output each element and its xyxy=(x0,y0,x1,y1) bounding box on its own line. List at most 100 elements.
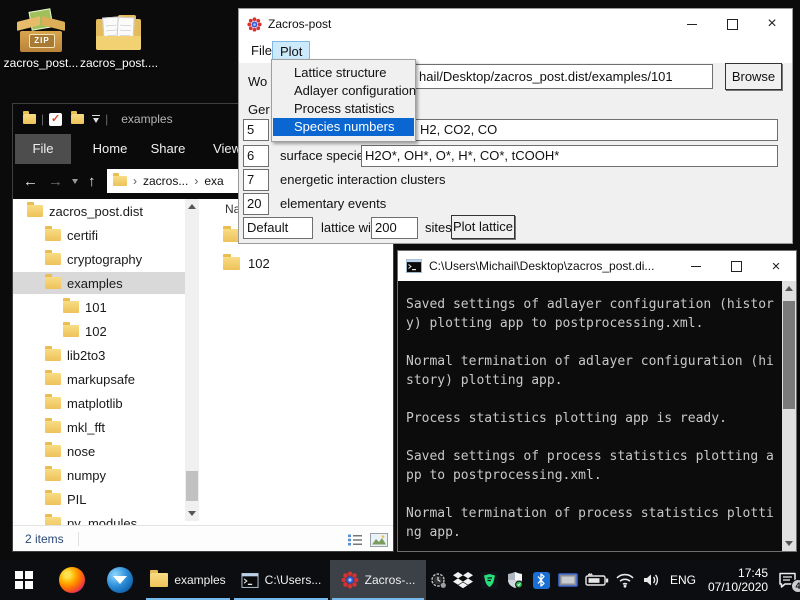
tree-item[interactable]: certifi xyxy=(13,224,185,246)
scroll-up-icon[interactable] xyxy=(785,286,793,291)
maximize-button[interactable] xyxy=(712,9,752,39)
zacros-app-icon xyxy=(341,571,359,589)
tree-item[interactable]: numpy xyxy=(13,464,185,486)
menu-item-species-numbers[interactable]: Species numbers xyxy=(273,118,414,136)
display-icon[interactable] xyxy=(554,572,582,588)
minimize-button[interactable] xyxy=(676,251,716,281)
folder-icon xyxy=(45,394,61,409)
clock[interactable]: 17:45 07/10/2020 xyxy=(708,566,768,594)
close-button[interactable]: × xyxy=(756,251,796,281)
forward-icon[interactable]: → xyxy=(48,173,63,190)
folder-icon xyxy=(45,346,61,361)
menu-item-lattice-structure[interactable]: Lattice structure xyxy=(273,64,414,82)
tree-item[interactable]: PIL xyxy=(13,488,185,510)
surface-species-count-input[interactable]: 6 xyxy=(243,145,269,167)
console-line: Normal termination of process statistics… xyxy=(406,506,774,521)
file-item[interactable]: 102 xyxy=(201,252,270,274)
battery-charging-icon[interactable] xyxy=(582,573,612,587)
zacros-window-title: Zacros-post xyxy=(268,17,332,31)
gas-species-count-input[interactable]: 5 xyxy=(243,119,269,141)
surface-species-label: surface species: xyxy=(280,148,374,163)
tree-item[interactable]: markupsafe xyxy=(13,368,185,390)
tree-item[interactable]: nose xyxy=(13,440,185,462)
scrollbar-thumb[interactable] xyxy=(783,301,795,409)
scrollbar-thumb[interactable] xyxy=(186,471,198,501)
console-scrollbar[interactable] xyxy=(782,281,796,551)
close-button[interactable]: × xyxy=(752,9,792,39)
tab-file[interactable]: File xyxy=(15,134,71,164)
properties-icon[interactable]: ✓ xyxy=(49,112,63,126)
console-line: y) plotting app to postprocessing.xml. xyxy=(406,316,704,331)
tree-item[interactable]: 101 xyxy=(13,296,185,318)
tree-item[interactable]: mkl_fft xyxy=(13,416,185,438)
console-line: pp to postprocessing.xml. xyxy=(406,468,602,483)
tree-item[interactable]: zacros_post.dist xyxy=(13,200,185,222)
console-line: Saved settings of adlayer configuration … xyxy=(406,297,774,312)
clusters-count-input[interactable]: 7 xyxy=(243,169,269,191)
breadcrumb-segment[interactable]: exa xyxy=(204,174,223,188)
menu-item-adlayer-configuration[interactable]: Adlayer configuration xyxy=(273,82,416,100)
scroll-down-icon[interactable] xyxy=(188,511,196,516)
action-center-button[interactable]: 4 xyxy=(774,572,800,593)
browse-button[interactable]: Browse xyxy=(725,63,782,90)
console-line: Saved settings of process statistics plo… xyxy=(406,449,774,464)
explorer-window-title: examples xyxy=(121,112,173,126)
desktop-icon-folder[interactable]: zacros_post.... xyxy=(80,10,158,70)
scroll-up-icon[interactable] xyxy=(188,204,196,209)
surface-species-input[interactable]: H2O*, OH*, O*, H*, CO*, tCOOH* xyxy=(361,145,778,167)
console-line: ng app. xyxy=(406,525,461,540)
speaker-icon[interactable] xyxy=(638,572,666,588)
wifi-icon[interactable] xyxy=(612,572,638,588)
taskbar-explorer-button[interactable]: examples xyxy=(144,560,232,600)
taskbar-thunderbird-button[interactable] xyxy=(96,560,144,600)
new-folder-icon[interactable] xyxy=(71,111,85,124)
system-tray: ENG 17:45 07/10/2020 4 xyxy=(426,560,800,600)
folder-icon xyxy=(45,490,61,505)
breadcrumb-segment[interactable]: zacros... xyxy=(143,174,188,188)
recent-locations-icon[interactable] xyxy=(72,179,78,184)
zip-archive-icon: ZIP xyxy=(17,8,65,52)
tab-share[interactable]: Share xyxy=(143,134,193,164)
minimize-icon xyxy=(691,265,701,267)
customize-quick-access-icon[interactable] xyxy=(92,115,101,123)
tree-scrollbar[interactable] xyxy=(185,199,199,521)
lattice-type-input[interactable]: Default xyxy=(243,217,313,239)
menu-item-process-statistics[interactable]: Process statistics xyxy=(273,100,414,118)
start-button[interactable] xyxy=(0,560,48,600)
windows-security-shield-icon[interactable] xyxy=(502,572,528,588)
maximize-button[interactable] xyxy=(716,251,756,281)
thumbnail-view-button[interactable] xyxy=(367,529,390,550)
tree-item[interactable]: 102 xyxy=(13,320,185,342)
window-controls: × xyxy=(672,9,792,39)
lattice-sites-input[interactable]: 200 xyxy=(371,217,418,239)
tree-item-selected[interactable]: examples xyxy=(13,272,185,294)
language-indicator[interactable]: ENG xyxy=(666,573,700,587)
fsecure-shield-icon[interactable] xyxy=(476,571,502,589)
up-icon[interactable]: ↑ xyxy=(88,173,96,190)
scroll-down-icon[interactable] xyxy=(785,541,793,546)
bluetooth-icon[interactable] xyxy=(528,571,554,589)
folder-icon xyxy=(63,322,79,337)
tree-item[interactable]: lib2to3 xyxy=(13,344,185,366)
desktop-icon-zip[interactable]: ZIP zacros_post... xyxy=(2,8,80,70)
events-count-input[interactable]: 20 xyxy=(243,193,269,215)
taskbar-firefox-button[interactable] xyxy=(48,560,96,600)
tree-item[interactable]: cryptography xyxy=(13,248,185,270)
minimize-icon xyxy=(687,23,697,25)
minimize-button[interactable] xyxy=(672,9,712,39)
update-clock-icon[interactable] xyxy=(426,572,450,589)
details-view-button[interactable] xyxy=(343,529,366,550)
taskbar-zacros-button[interactable]: Zacros-... xyxy=(330,560,426,600)
close-icon: × xyxy=(771,257,781,275)
plot-lattice-button[interactable]: Plot lattice xyxy=(451,215,515,239)
details-view-icon xyxy=(347,534,362,545)
tree-item[interactable]: matplotlib xyxy=(13,392,185,414)
taskbar-console-button[interactable]: C:\Users... xyxy=(232,560,330,600)
back-icon[interactable]: ← xyxy=(23,173,38,190)
dropbox-icon[interactable] xyxy=(450,571,476,589)
tab-home[interactable]: Home xyxy=(85,134,135,164)
folder-with-files-icon xyxy=(95,10,143,52)
